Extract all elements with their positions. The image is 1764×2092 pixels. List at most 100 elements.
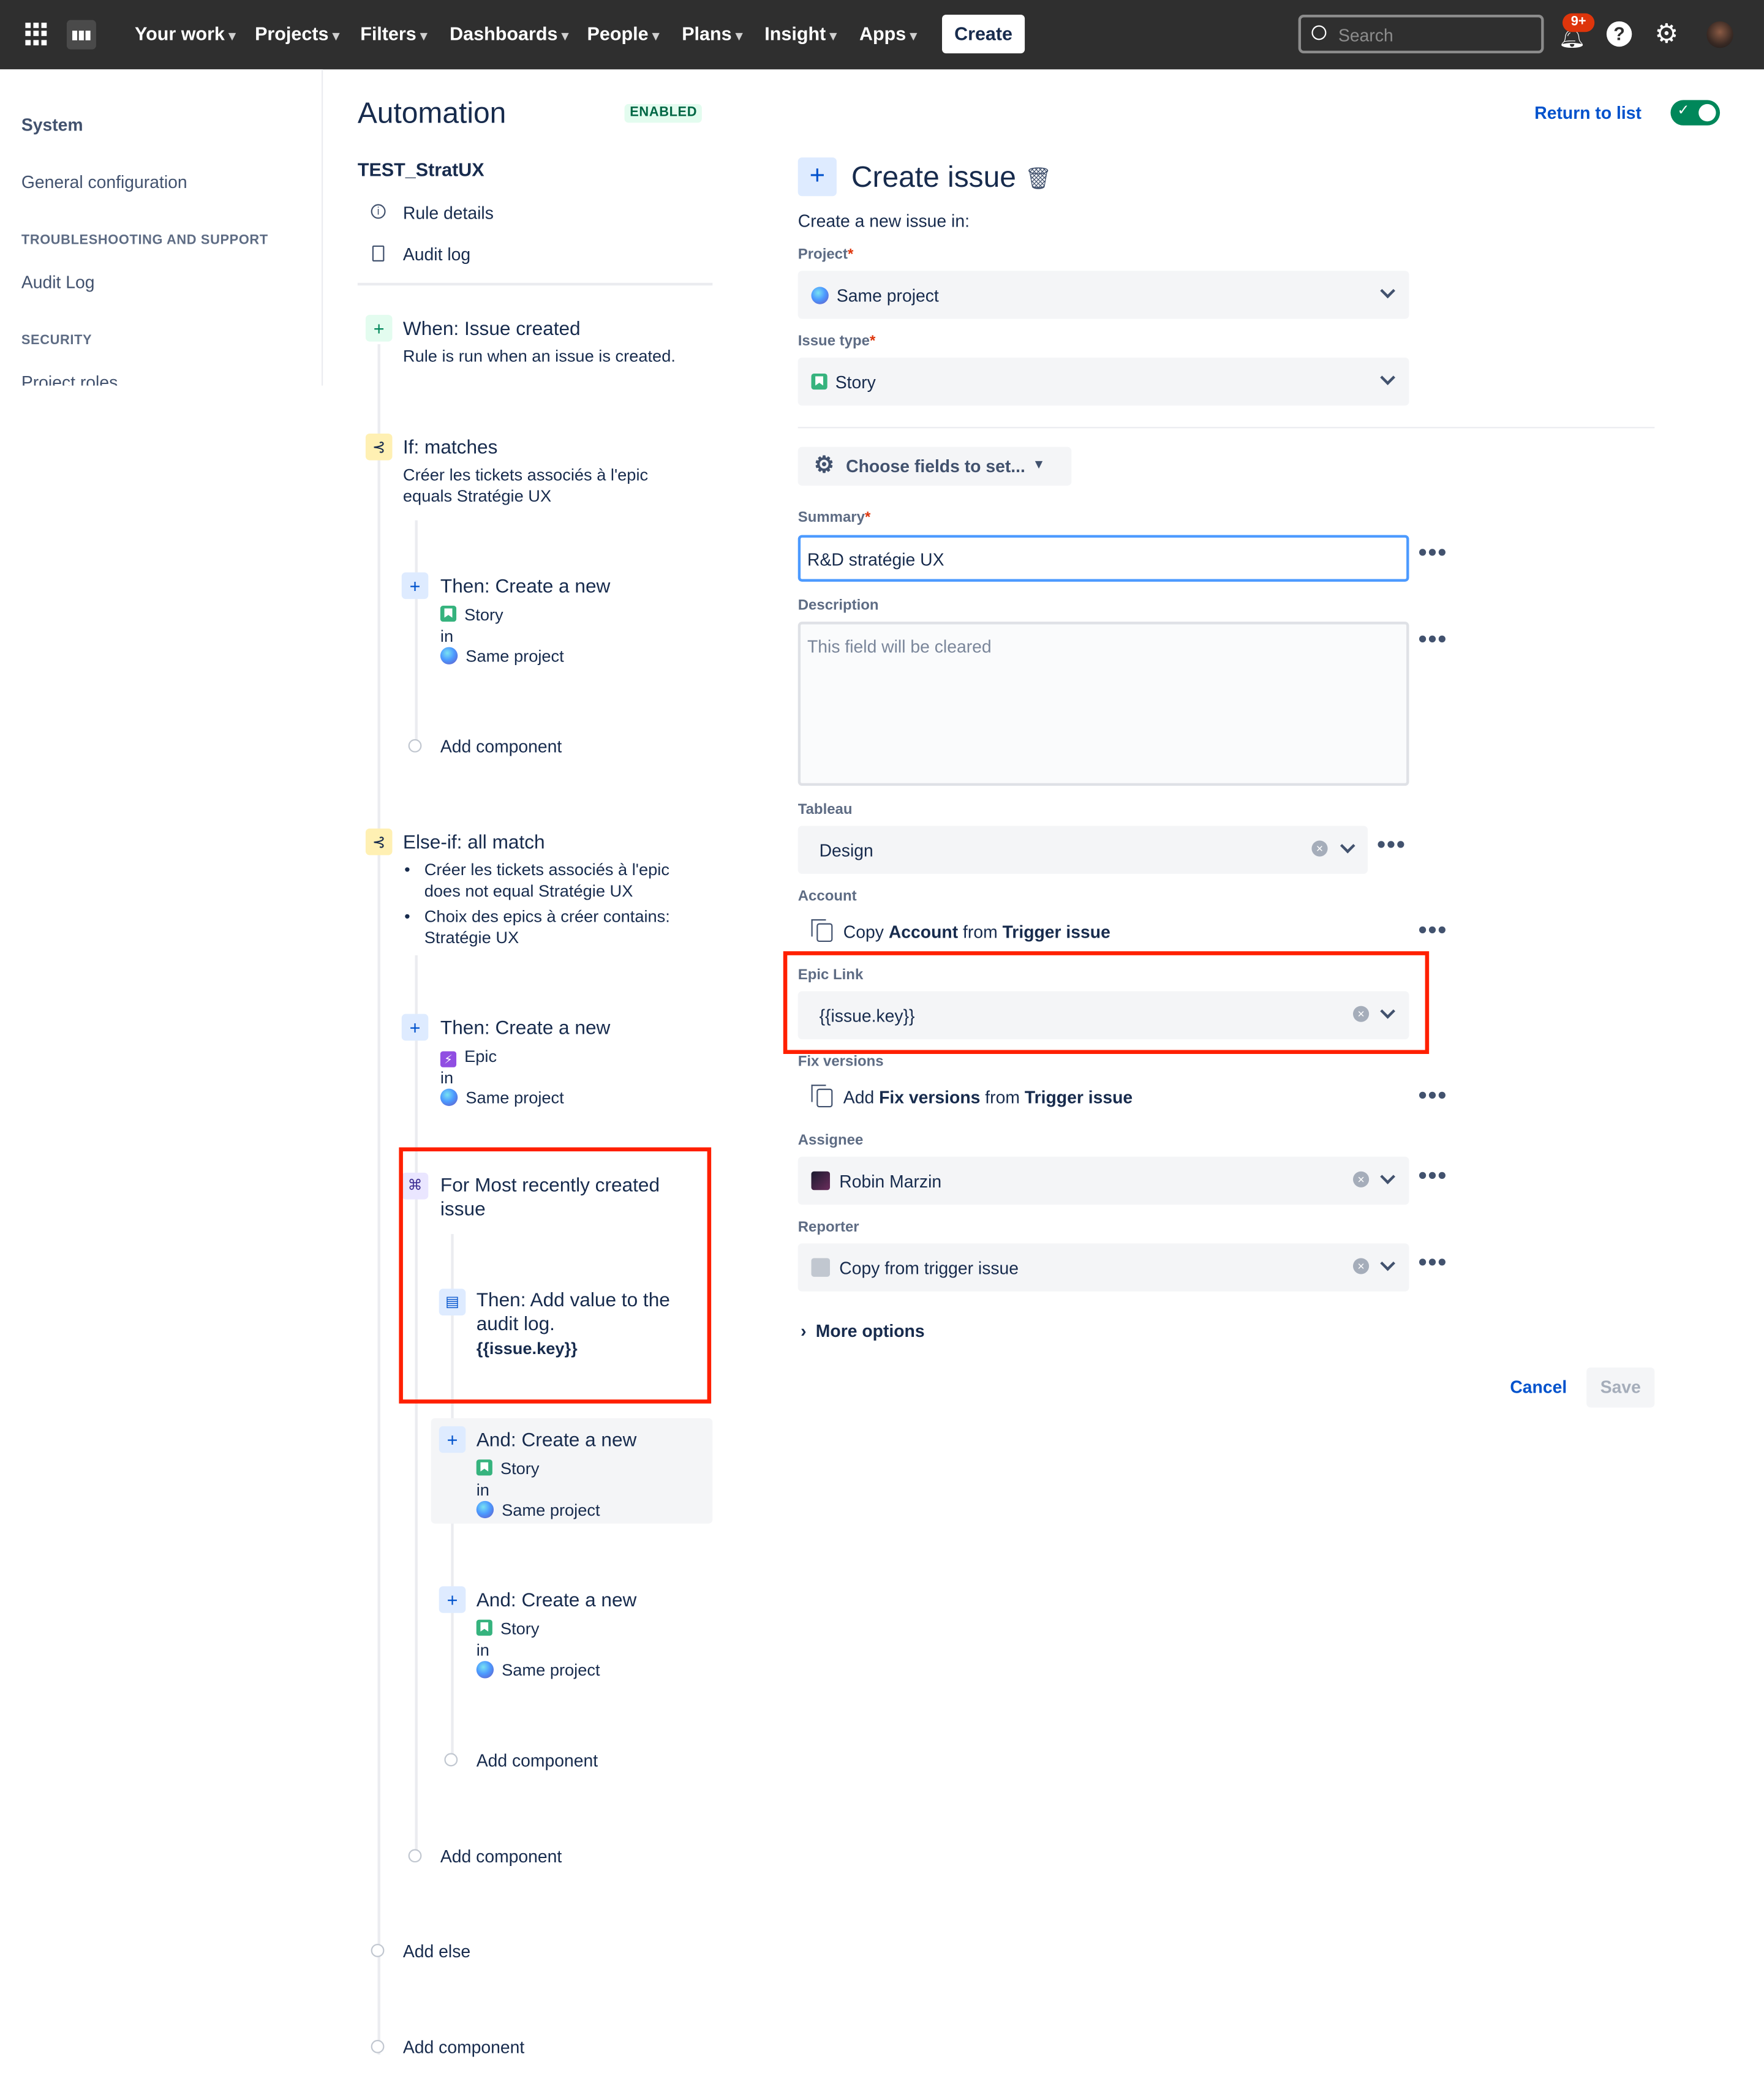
if-step-title[interactable]: If: matches <box>403 436 498 460</box>
add-component-link-branch[interactable]: Add component <box>477 1750 598 1770</box>
page-title: Automation <box>357 96 507 130</box>
notifications-badge: 9+ <box>1562 13 1595 32</box>
choose-fields-button[interactable]: ⚙ Choose fields to set... ▾ <box>797 446 1072 486</box>
nav-insight[interactable]: Insight ▾ <box>764 23 836 44</box>
form-title: Create issue <box>851 160 1016 194</box>
elseif-condition-1a: Créer les tickets associés à l'epic <box>424 860 669 879</box>
elseif-step-title[interactable]: Else-if: all match <box>403 831 545 855</box>
if-step-line-2: equals Stratégie UX <box>402 487 552 506</box>
avatar[interactable] <box>1706 21 1733 48</box>
save-button[interactable]: Save <box>1586 1367 1655 1408</box>
bullet: • <box>404 907 410 926</box>
and-create-story-title-2[interactable]: And: Create a new <box>477 1589 637 1613</box>
chevron-down-icon <box>1380 1257 1396 1273</box>
rule-name: TEST_StratUX <box>357 159 484 181</box>
assignee-label: Assignee <box>797 1132 864 1149</box>
more-actions-icon[interactable]: ••• <box>1419 1164 1448 1187</box>
action-plus-icon: + <box>401 572 429 600</box>
main-connector <box>377 344 380 2055</box>
clear-icon[interactable]: × <box>1311 840 1328 857</box>
more-actions-icon[interactable]: ••• <box>1419 1250 1448 1274</box>
action-plus-icon: + <box>439 1586 466 1613</box>
then-create-epic-title[interactable]: Then: Create a new <box>440 1017 610 1040</box>
story-icon <box>476 1459 492 1476</box>
admin-sidebar: System General configuration TROUBLESHOO… <box>0 69 323 386</box>
account-label: Account <box>797 888 857 905</box>
in-label: in <box>440 1068 454 1088</box>
nav-apps[interactable]: Apps ▾ <box>859 23 917 44</box>
more-actions-icon[interactable]: ••• <box>1419 918 1448 942</box>
issue-type-story: Story <box>440 604 503 626</box>
more-actions-icon[interactable]: ••• <box>1419 540 1448 564</box>
jira-logo-icon[interactable]: ▮▮▮ <box>66 20 96 50</box>
nav-plans[interactable]: Plans ▾ <box>682 23 742 44</box>
trigger-step-description: Rule is run when an issue is created. <box>402 347 676 366</box>
add-component-link-elseif[interactable]: Add component <box>440 1846 562 1867</box>
chevron-down-icon: ▾ <box>1035 457 1042 473</box>
nav-people[interactable]: People ▾ <box>587 23 660 44</box>
trash-icon[interactable]: 🗑︎ <box>1025 165 1052 192</box>
nav-projects[interactable]: Projects ▾ <box>255 23 339 44</box>
then-create-story-title[interactable]: Then: Create a new <box>440 575 610 599</box>
rule-enabled-toggle[interactable]: ✓ <box>1670 100 1721 126</box>
clear-icon[interactable]: × <box>1352 1258 1370 1274</box>
fix-versions-copy-value: Add Fix versions from Trigger issue <box>811 1085 1133 1108</box>
highlight-box-branch <box>399 1147 712 1404</box>
issue-type-select[interactable]: Story <box>797 357 1409 406</box>
sidebar-item-audit-log[interactable]: Audit Log <box>21 272 95 292</box>
add-component-link[interactable]: Add component <box>440 737 562 757</box>
return-to-list-link[interactable]: Return to list <box>1534 103 1642 123</box>
project-select[interactable]: Same project <box>797 271 1409 319</box>
nav-dashboards[interactable]: Dashboards ▾ <box>450 23 568 44</box>
target-project: Same project <box>476 1660 600 1681</box>
audit-log-link[interactable]: Audit log <box>403 244 470 265</box>
add-else-link[interactable]: Add else <box>403 1941 470 1962</box>
elseif-condition-1b: does not equal Stratégie UX <box>424 881 633 901</box>
avatar <box>811 1171 831 1191</box>
action-plus-icon: + <box>439 1426 466 1453</box>
more-actions-icon[interactable]: ••• <box>1419 627 1448 651</box>
search-input[interactable]: Search <box>1298 14 1544 54</box>
more-actions-icon[interactable]: ••• <box>1377 832 1406 856</box>
copy-icon <box>811 1085 833 1108</box>
description-field[interactable]: This field will be cleared <box>797 622 1409 786</box>
copy-icon <box>811 919 833 943</box>
bullet: • <box>404 860 410 879</box>
app-switcher-icon[interactable] <box>25 23 48 45</box>
elseif-condition-2a: Choix des epics à créer contains: <box>424 907 670 926</box>
condition-icon: ⊰ <box>365 828 393 856</box>
and-create-story-title[interactable]: And: Create a new <box>477 1429 637 1453</box>
gear-icon: ⚙ <box>813 452 835 478</box>
epic-icon: ⚡︎ <box>440 1051 457 1067</box>
settings-icon[interactable]: ⚙ <box>1654 17 1678 50</box>
nav-your-work[interactable]: Your work ▾ <box>135 23 235 44</box>
check-icon: ✓ <box>1677 102 1690 119</box>
sidebar-item-general-configuration[interactable]: General configuration <box>21 172 187 192</box>
help-icon[interactable]: ? <box>1606 21 1632 47</box>
in-label: in <box>440 626 454 646</box>
summary-field[interactable]: R&D stratégie UX <box>797 535 1409 582</box>
target-project: Same project <box>476 1500 600 1521</box>
project-icon <box>476 1661 494 1679</box>
more-options-toggle[interactable]: › More options <box>801 1321 924 1341</box>
story-icon <box>811 373 827 390</box>
add-component-dot <box>444 1753 458 1767</box>
status-badge: ENABLED <box>624 103 703 123</box>
clear-icon[interactable]: × <box>1352 1171 1370 1187</box>
trigger-plus-icon: + <box>365 315 393 342</box>
trigger-step-title[interactable]: When: Issue created <box>403 317 581 341</box>
if-step-line-1: Créer les tickets associés à l'epic <box>402 465 649 484</box>
assignee-select[interactable]: Robin Marzin × <box>797 1156 1409 1205</box>
nav-filters[interactable]: Filters ▾ <box>360 23 427 44</box>
tableau-select[interactable]: Design × <box>797 826 1368 874</box>
sidebar-item-project-roles[interactable]: Project roles <box>21 372 118 386</box>
more-actions-icon[interactable]: ••• <box>1419 1083 1448 1107</box>
rule-details-link[interactable]: Rule details <box>403 203 494 223</box>
sidebar-heading: System <box>21 115 83 135</box>
cancel-button[interactable]: Cancel <box>1502 1368 1575 1407</box>
reporter-select[interactable]: Copy from trigger issue × <box>797 1243 1409 1292</box>
if-connector <box>415 520 418 742</box>
add-component-link-main[interactable]: Add component <box>403 2037 524 2058</box>
create-button[interactable]: Create <box>942 14 1025 54</box>
issue-type-epic: ⚡︎ Epic <box>440 1046 497 1067</box>
